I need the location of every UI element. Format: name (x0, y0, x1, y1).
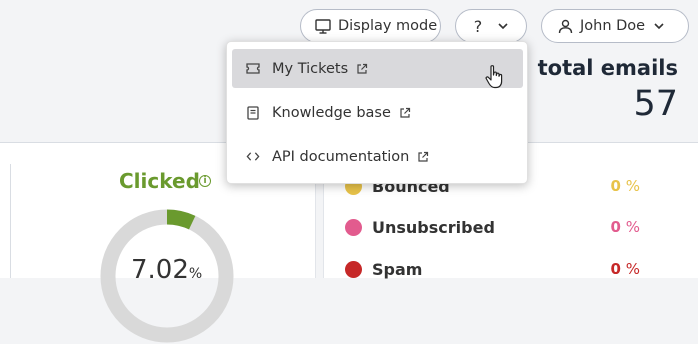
display-mode-label: Display mode (338, 18, 438, 34)
hand-cursor-icon (485, 65, 503, 89)
help-dropdown-menu: My Tickets Knowledge base API documentat… (226, 41, 528, 184)
monitor-icon (315, 18, 331, 34)
external-link-icon (417, 151, 429, 163)
menu-item-knowledge-base[interactable]: Knowledge base (232, 93, 523, 132)
legend-row-unsubscribed: Unsubscribed 0 % (345, 215, 645, 239)
info-icon[interactable]: i (199, 175, 211, 187)
ticket-icon (246, 62, 260, 76)
menu-item-my-tickets[interactable]: My Tickets (232, 49, 523, 88)
legend-percent: 0 % (610, 218, 640, 236)
menu-item-label: My Tickets (272, 60, 349, 77)
menu-item-label: API documentation (272, 148, 410, 165)
legend-percent: 0 % (610, 260, 640, 278)
menu-item-label: Knowledge base (272, 104, 391, 121)
external-link-icon (399, 107, 411, 119)
legend-row-spam: Spam 0 % (345, 257, 645, 281)
total-emails-value: 57 (633, 84, 678, 124)
unsubscribed-dot (345, 218, 362, 236)
legend-label: Spam (372, 259, 423, 279)
help-label: ? (473, 16, 483, 36)
user-name: John Doe (580, 18, 646, 34)
user-menu-button[interactable]: John Doe (541, 9, 689, 43)
chevron-down-icon (654, 22, 664, 30)
code-icon (246, 150, 260, 164)
help-menu-button[interactable]: ? (455, 9, 527, 43)
display-mode-button[interactable]: Display mode (300, 9, 441, 43)
user-icon (558, 19, 573, 34)
card-divider (10, 164, 11, 278)
clicked-title: Clicked (119, 169, 200, 193)
legend-percent: 0 % (610, 177, 640, 195)
clicked-value: 7.02% (131, 255, 203, 285)
external-link-icon (356, 63, 368, 75)
total-emails-label: total emails (537, 56, 678, 80)
spam-dot (345, 260, 362, 278)
book-icon (246, 105, 260, 120)
chevron-down-icon (498, 22, 508, 30)
menu-item-api-documentation[interactable]: API documentation (232, 137, 523, 176)
legend-label: Unsubscribed (372, 217, 495, 237)
